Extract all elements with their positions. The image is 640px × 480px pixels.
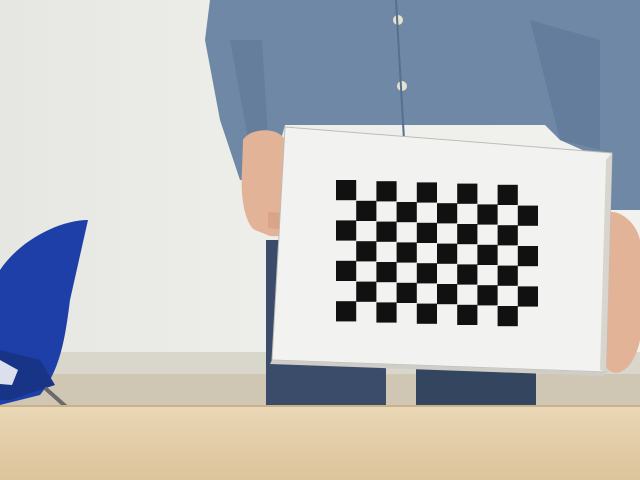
checker-square (396, 242, 417, 263)
checker-square (336, 220, 357, 241)
checker-square (396, 282, 417, 303)
blue-chair (0, 220, 88, 414)
checker-square (356, 200, 377, 221)
checker-square (437, 243, 458, 264)
checker-square (376, 221, 397, 242)
photo-scene (0, 0, 640, 480)
checker-square (376, 181, 397, 202)
checker-square (336, 180, 357, 201)
checker-square (477, 285, 498, 306)
checker-square (457, 224, 478, 245)
checker-square (477, 204, 498, 225)
checker-square (457, 183, 478, 204)
checker-square (376, 302, 397, 323)
checker-square (457, 304, 478, 325)
checker-square (517, 286, 538, 307)
checker-square (497, 184, 518, 205)
checker-square (437, 284, 458, 305)
checker-square (336, 260, 357, 281)
checker-square (517, 246, 538, 267)
checker-square (396, 202, 417, 223)
checker-square (416, 222, 437, 243)
checker-square (477, 244, 498, 265)
checker-square (356, 241, 377, 262)
checker-square (457, 264, 478, 285)
desk (0, 405, 640, 480)
checker-square (497, 225, 518, 246)
checker-square (517, 205, 538, 226)
checker-square (416, 263, 437, 284)
checker-square (336, 301, 357, 322)
checker-square (437, 203, 458, 224)
checker-square (416, 303, 437, 324)
checker-square (497, 265, 518, 286)
checker-square (416, 182, 437, 203)
checker-square (356, 281, 377, 302)
checker-square (376, 262, 397, 283)
checker-square (497, 306, 518, 327)
